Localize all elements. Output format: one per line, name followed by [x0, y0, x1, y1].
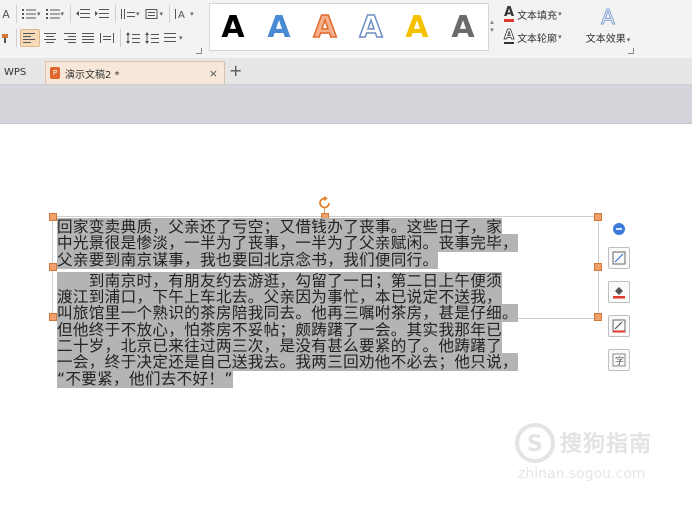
svg-text:A: A: [178, 10, 185, 20]
svg-text:S: S: [527, 432, 543, 457]
text-fill-group: A 文本填充 ▾ A 文本轮廓 ▾: [504, 4, 562, 50]
watermark-url: zhinan.sogou.com: [518, 466, 646, 482]
column-icon[interactable]: ▾: [119, 5, 142, 23]
sogou-watermark: S 搜狗指南 zhinan.sogou.com: [512, 422, 677, 492]
dialog-launcher-icon[interactable]: [628, 48, 634, 54]
text-line: 叫旅馆里一个熟识的茶房陪我同去。他再三嘱咐茶房，甚是仔细。: [57, 304, 518, 323]
shape-style-icon: [612, 251, 626, 265]
text-effect-label: 文本效果▾: [585, 34, 631, 45]
floating-toolbar: 字: [608, 221, 634, 383]
text-line: 一会，终于决定还是自己送我去。我两三回劝他不必去；他只说，: [57, 353, 518, 372]
text-outline-icon: A: [504, 28, 515, 44]
shape-outline-button[interactable]: [608, 315, 630, 337]
paragraph-spacing-icon[interactable]: [124, 29, 142, 47]
tab-label: 演示文稿2 *: [65, 69, 120, 81]
increase-indent-icon[interactable]: [93, 5, 111, 23]
text-outline-label: 文本轮廓: [517, 33, 558, 45]
chevron-down-icon: ▾: [490, 26, 494, 34]
text-line: 回家变卖典质，父亲还了亏空；又借钱办了丧事。这些日子，家: [57, 218, 503, 236]
text-style-black[interactable]: A: [210, 4, 256, 50]
text-line: 父亲要到南京谋事，我也要回北京念书，我们便同行。: [57, 250, 439, 269]
tab-presentation[interactable]: P 演示文稿2 * ×: [45, 61, 225, 84]
text-line: 但他终于不放心，怕茶房不妥帖；颇踌躇了一会。其实我那年已: [57, 320, 503, 339]
dialog-launcher-icon[interactable]: [196, 48, 202, 54]
align-right-icon[interactable]: [60, 29, 78, 47]
align-center-icon[interactable]: [41, 29, 59, 47]
text-line: “不要紧，他们去不好！”: [57, 369, 233, 388]
tab-label: WPS: [4, 67, 27, 78]
text-outline-button[interactable]: A 文本轮廓 ▾: [504, 27, 562, 47]
text-style-blue-outline[interactable]: A: [348, 4, 394, 50]
decrease-indent-icon[interactable]: [74, 5, 92, 23]
text-fill-label: 文本填充: [517, 10, 558, 22]
paragraph-2: 到南京时，有朋友约去游逛，勾留了一日；第二日上午便须 渡江到浦口，下午上车北去。…: [57, 271, 609, 388]
close-icon[interactable]: ×: [209, 67, 218, 80]
separator: [16, 5, 17, 23]
text-style-blue[interactable]: A: [256, 4, 302, 50]
new-tab-button[interactable]: +: [229, 61, 242, 80]
resize-handle-bottom-left[interactable]: [49, 313, 57, 321]
sogou-logo-icon: S: [515, 423, 555, 463]
resize-handle-left[interactable]: [49, 263, 57, 271]
collapse-toolbar-button[interactable]: [608, 221, 630, 237]
chevron-down-icon: ▾: [558, 33, 562, 41]
text-wrap-button[interactable]: 字: [608, 349, 630, 371]
text-style-gray[interactable]: A: [440, 4, 486, 50]
chevron-down-icon: ▾: [558, 10, 562, 18]
text-effect-button[interactable]: A 文本效果▾: [580, 4, 636, 46]
separator: [70, 5, 72, 23]
text-style-orange-outline[interactable]: A: [302, 4, 348, 50]
text-effect-icon: A: [601, 5, 616, 30]
ribbon: A ▾ ▾ ▾ ▾ A ▾ ▾ A A A A A A ▴ ▾ A 文本填充 ▾…: [0, 0, 692, 59]
text-fill-icon: A: [504, 4, 515, 22]
outline-pen-icon: [612, 319, 626, 333]
resize-handle-top-left[interactable]: [49, 213, 57, 221]
line-spacing-icon[interactable]: ▾: [143, 5, 166, 23]
text-align-vertical-icon[interactable]: ▾: [162, 29, 185, 47]
justify-icon[interactable]: [79, 29, 97, 47]
distribute-icon[interactable]: [98, 29, 116, 47]
minus-circle-icon: [613, 223, 625, 235]
tab-wps[interactable]: WPS ×: [0, 61, 56, 84]
font-size-partial[interactable]: A: [0, 5, 12, 23]
text-line: 中光景很是惨淡，一半为了丧事，一半为了父亲赋闲。丧事完毕，: [57, 234, 518, 253]
text-wrap-icon: 字: [612, 353, 626, 367]
bullet-list-icon[interactable]: ▾: [20, 5, 43, 23]
text-line: 二十岁，北京已来往过两三次，是没有甚么要紧的了。他踌躇了: [57, 337, 503, 356]
presentation-file-icon: P: [50, 67, 60, 79]
text-box-content[interactable]: 回家变卖典质，父亲还了亏空；又借钱办了丧事。这些日子，家 中光景很是惨淡，一半为…: [57, 218, 609, 388]
text-style-gallery: A A A A A A: [209, 3, 489, 51]
svg-text:字: 字: [615, 355, 624, 367]
text-style-yellow[interactable]: A: [394, 4, 440, 50]
text-fill-button[interactable]: A 文本填充 ▾: [504, 4, 562, 24]
shape-style-button[interactable]: [608, 247, 630, 269]
numbered-list-icon[interactable]: ▾: [44, 5, 67, 23]
shape-fill-button[interactable]: [608, 281, 630, 303]
text-line: 渡江到浦口，下午上车北去。父亲因为事忙，本已说定不送我，: [57, 288, 503, 307]
document-tab-bar: WPS × P 演示文稿2 * ×: [0, 58, 692, 85]
line-spacing-adjust-icon[interactable]: [143, 29, 161, 47]
align-left-icon[interactable]: [20, 29, 40, 47]
text-direction-icon[interactable]: A ▾: [173, 5, 196, 23]
chevron-up-icon: ▴: [490, 18, 494, 26]
ribbon-row-2: ▾: [0, 27, 186, 49]
separator: [16, 29, 17, 47]
ribbon-row-1: A ▾ ▾ ▾ ▾ A ▾: [0, 3, 197, 25]
rotate-handle-icon[interactable]: [318, 196, 332, 210]
watermark-text: 搜狗指南: [560, 432, 653, 457]
format-painter-icon[interactable]: [0, 29, 12, 47]
separator: [169, 5, 171, 23]
separator: [115, 5, 117, 23]
text-line: 到南京时，有朋友约去游逛，勾留了一日；第二日上午便须: [57, 271, 503, 290]
gallery-more-button[interactable]: ▴ ▾: [487, 3, 497, 49]
paint-bucket-icon: [613, 287, 625, 299]
editor-background-band: [0, 85, 692, 124]
separator: [120, 29, 121, 47]
paragraph-1: 回家变卖典质，父亲还了亏空；又借钱办了丧事。这些日子，家 中光景很是惨淡，一半为…: [57, 218, 609, 269]
